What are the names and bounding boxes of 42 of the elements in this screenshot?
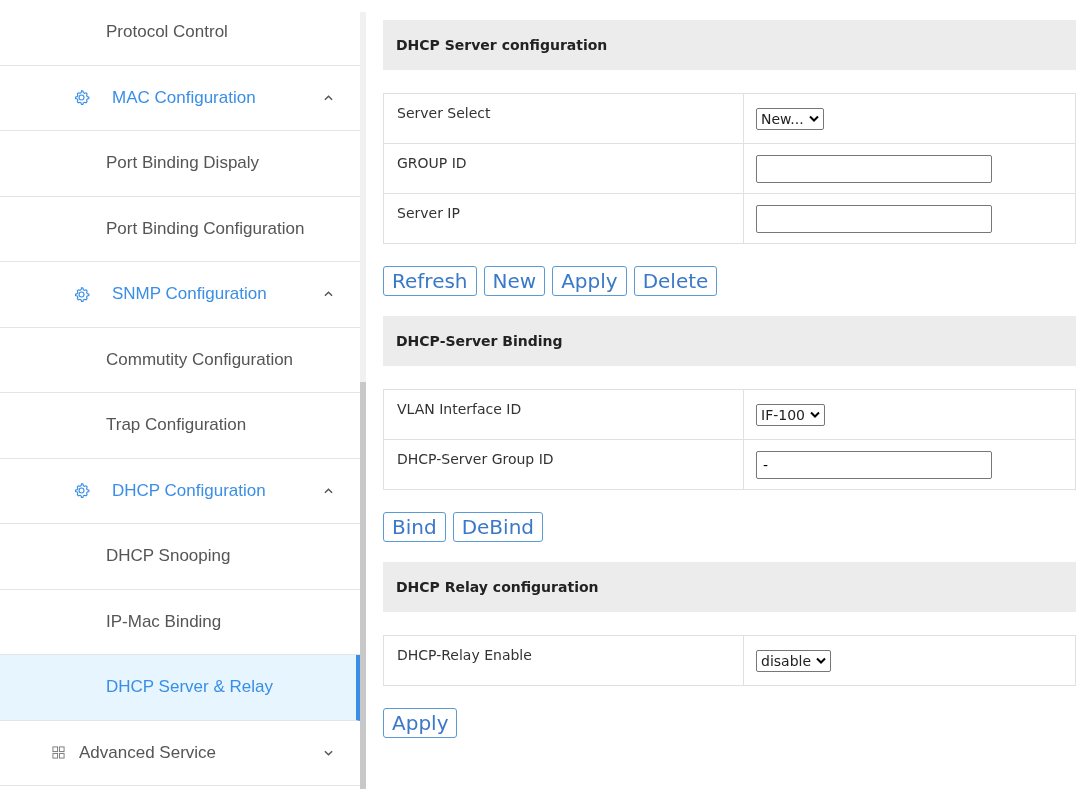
sidebar-item-label: MAC Configuration xyxy=(112,87,256,108)
scrollbar[interactable] xyxy=(360,12,366,789)
field-label: DHCP-Relay Enable xyxy=(383,635,744,686)
action-button[interactable]: DeBind xyxy=(452,512,543,542)
chevron-down-icon xyxy=(808,115,819,122)
section-title: DHCP Relay configuration xyxy=(396,579,599,595)
action-button[interactable]: Refresh xyxy=(383,266,477,296)
sidebar-item-label: DHCP Configuration xyxy=(112,480,266,501)
action-button[interactable]: Apply xyxy=(552,266,627,296)
sidebar-item-label: IP-Mac Binding xyxy=(106,611,222,632)
sidebar-item-label: Protocol Control xyxy=(106,22,228,43)
sidebar-item-label: Trap Configuration xyxy=(106,415,247,436)
section-title: DHCP-Server Binding xyxy=(396,333,563,349)
sidebar-item-label: SNMP Configuration xyxy=(112,284,267,305)
sidebar-item-label: Port Binding Configuration xyxy=(106,218,305,239)
action-button[interactable]: Delete xyxy=(633,266,718,296)
action-button[interactable]: Bind xyxy=(383,512,446,542)
chevron-down-icon xyxy=(816,657,827,664)
dropdown[interactable]: New... xyxy=(756,107,824,130)
dropdown[interactable]: disable xyxy=(756,649,832,672)
input-field[interactable] xyxy=(756,204,992,233)
action-button[interactable]: New xyxy=(483,266,546,296)
grid-icon xyxy=(52,746,65,760)
gear-icon xyxy=(73,89,90,107)
gear-icon xyxy=(73,285,90,303)
dropdown[interactable]: IF-100 xyxy=(756,403,825,426)
input-field[interactable]: - xyxy=(756,450,992,479)
field-label: GROUP ID xyxy=(383,143,744,194)
sidebar-item-label: Port Binding Dispaly xyxy=(106,153,260,174)
input-field[interactable] xyxy=(756,154,992,183)
field-label: DHCP-Server Group ID xyxy=(383,439,744,490)
sidebar-item-label: DHCP Snooping xyxy=(106,546,231,567)
section-title: DHCP Server configuration xyxy=(396,37,608,53)
sidebar-item-label: Commutity Configuration xyxy=(106,349,294,370)
field-label: Server IP xyxy=(383,193,744,244)
field-label: VLAN Interface ID xyxy=(383,389,744,440)
chevron-down-icon xyxy=(809,411,820,418)
action-button[interactable]: Apply xyxy=(383,708,458,738)
sidebar-item-label: Advanced Service xyxy=(79,742,217,763)
gear-icon xyxy=(73,482,90,500)
field-label: Server Select xyxy=(383,93,744,144)
sidebar-item-label: DHCP Server & Relay xyxy=(106,677,273,698)
